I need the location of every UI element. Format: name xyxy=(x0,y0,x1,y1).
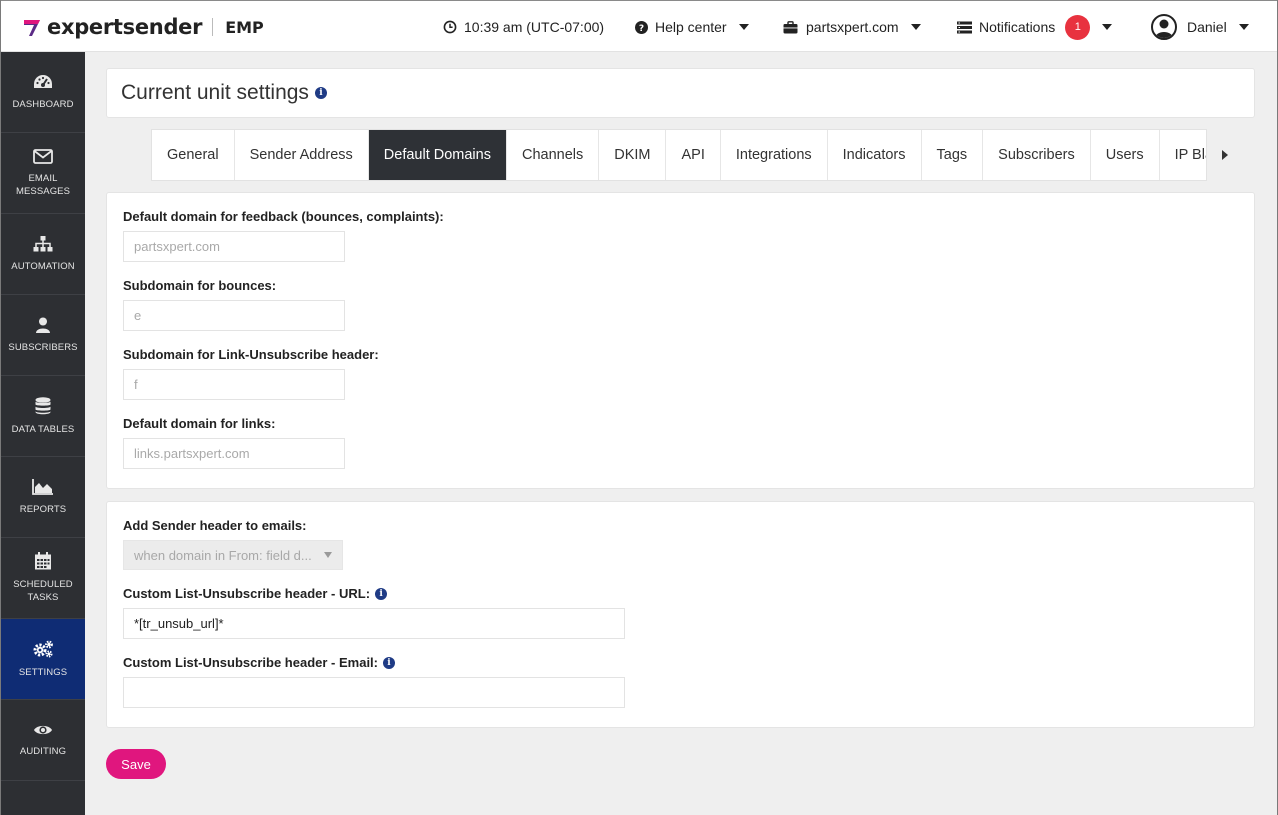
sidebar-item-scheduled-tasks[interactable]: Scheduled tasks xyxy=(1,538,85,619)
eye-icon xyxy=(34,725,52,734)
help-center-label: Help center xyxy=(655,19,727,35)
info-icon[interactable]: i xyxy=(314,87,327,99)
tab-tags[interactable]: Tags xyxy=(922,130,984,180)
dashboard-icon xyxy=(34,74,52,88)
save-button[interactable]: Save xyxy=(106,749,166,779)
sidebar-item-label: Subscribers xyxy=(8,341,78,353)
tab-sender-address[interactable]: Sender Address xyxy=(235,130,369,180)
sidebar-item-settings[interactable]: Settings xyxy=(1,619,85,700)
sidebar-item-data-tables[interactable]: Data tables xyxy=(1,376,85,457)
product-name: EMP xyxy=(225,17,264,37)
tab-indicators[interactable]: Indicators xyxy=(828,130,922,180)
tab-default-domains[interactable]: Default Domains xyxy=(368,130,507,180)
help-center-menu[interactable]: ? Help center xyxy=(635,1,749,53)
sidebar-item-dashboard[interactable]: Dashboard xyxy=(1,52,85,133)
database-icon xyxy=(35,396,51,414)
default-domains-panel: Default domain for feedback (bounces, co… xyxy=(106,192,1255,489)
chevron-down-icon xyxy=(1102,24,1113,30)
sidebar-item-label: Dashboard xyxy=(12,98,74,110)
sidebar-item-label: Automation xyxy=(11,260,75,272)
user-menu[interactable]: Daniel xyxy=(1151,1,1249,53)
user-name: Daniel xyxy=(1187,19,1227,35)
notification-count-badge: 1 xyxy=(1065,14,1091,40)
unsubscribe-url-label-text: Custom List-Unsubscribe header - URL: xyxy=(123,586,371,601)
unsubscribe-email-label: Custom List-Unsubscribe header - Email: … xyxy=(123,655,395,670)
logo-divider xyxy=(212,18,214,36)
chevron-down-icon xyxy=(1238,24,1249,30)
settings-tabs: General Sender Address Default Domains C… xyxy=(151,129,1207,181)
unsubscribe-url-label: Custom List-Unsubscribe header - URL: i xyxy=(123,586,388,601)
headers-panel: Add Sender header to emails: when domain… xyxy=(106,501,1255,728)
brand-name: expertsender xyxy=(47,15,203,39)
sitemap-icon xyxy=(33,235,53,251)
sidebar-item-reports[interactable]: Reports xyxy=(1,457,85,538)
sidebar-item-label: Scheduled tasks xyxy=(13,579,73,603)
tab-users[interactable]: Users xyxy=(1091,130,1160,180)
info-icon[interactable]: i xyxy=(375,587,388,600)
tabs-scroll-right-icon[interactable] xyxy=(1222,150,1228,160)
sidebar-item-label: Email messages xyxy=(15,172,71,197)
clock-icon xyxy=(443,20,457,34)
feedback-domain-input[interactable]: partsxpert.com xyxy=(123,231,345,262)
area-chart-icon xyxy=(32,478,53,495)
sidebar-item-label: Data tables xyxy=(11,423,75,435)
chevron-down-icon xyxy=(324,552,332,558)
unsubscribe-subdomain-label: Subdomain for Link-Unsubscribe header: xyxy=(123,347,379,362)
links-domain-input[interactable]: links.partsxpert.com xyxy=(123,438,345,469)
tab-dkim[interactable]: DKIM xyxy=(599,130,667,180)
sidebar-item-automation[interactable]: Automation xyxy=(1,214,85,295)
unsubscribe-url-input[interactable]: *[tr_unsub_url]* xyxy=(123,608,625,639)
sidebar-item-label: Reports xyxy=(19,503,67,515)
sender-header-label: Add Sender header to emails: xyxy=(123,518,307,533)
svg-text:?: ? xyxy=(639,24,644,34)
links-domain-label: Default domain for links: xyxy=(123,416,276,431)
bounces-subdomain-label: Subdomain for bounces: xyxy=(123,278,277,293)
feedback-domain-label: Default domain for feedback (bounces, co… xyxy=(123,209,444,224)
tab-subscribers[interactable]: Subscribers xyxy=(983,130,1091,180)
tab-api[interactable]: API xyxy=(666,130,721,180)
gears-icon xyxy=(33,640,53,657)
unsubscribe-email-input[interactable] xyxy=(123,677,625,708)
logo[interactable]: expertsender EMP xyxy=(23,15,264,39)
unsubscribe-subdomain-input[interactable]: f xyxy=(123,369,345,400)
bounces-subdomain-input[interactable]: e xyxy=(123,300,345,331)
time-text: 10:39 am (UTC-07:00) xyxy=(464,19,605,35)
sidebar-item-auditing[interactable]: Auditing xyxy=(1,700,85,781)
sender-header-value: when domain in From: field d... xyxy=(134,547,312,563)
tab-integrations[interactable]: Integrations xyxy=(721,130,828,180)
account-menu[interactable]: partsxpert.com xyxy=(783,1,921,53)
chevron-down-icon xyxy=(910,24,921,30)
notifications-label: Notifications xyxy=(979,19,1056,35)
sidebar-item-email-messages[interactable]: Email messages xyxy=(1,133,85,214)
user-icon xyxy=(36,317,50,333)
sidebar-item-label: Settings xyxy=(18,666,68,678)
expertsender-logo-icon xyxy=(24,20,40,36)
sender-header-select[interactable]: when domain in From: field d... xyxy=(123,540,343,570)
current-time: 10:39 am (UTC-07:00) xyxy=(443,1,604,53)
page-header: Current unit settings i xyxy=(106,68,1255,118)
calendar-icon xyxy=(35,552,51,570)
chevron-down-icon xyxy=(738,24,749,30)
top-bar: expertsender EMP 10:39 am (UTC-07:00) ? … xyxy=(1,0,1277,52)
question-circle-icon: ? xyxy=(635,20,648,34)
account-name: partsxpert.com xyxy=(806,19,899,35)
notifications-list-icon xyxy=(957,21,972,33)
user-avatar-icon xyxy=(1151,14,1177,40)
sidebar-item-label: Auditing xyxy=(19,745,67,757)
page-title: Current unit settings xyxy=(121,81,309,104)
sidebar-item-subscribers[interactable]: Subscribers xyxy=(1,295,85,376)
tab-general[interactable]: General xyxy=(152,130,235,180)
tab-ip-blacklist[interactable]: IP Blackli xyxy=(1160,130,1206,180)
info-icon[interactable]: i xyxy=(383,656,395,669)
tab-channels[interactable]: Channels xyxy=(507,130,600,180)
briefcase-icon xyxy=(783,20,798,33)
sidebar: Dashboard Email messages Automation Subs… xyxy=(1,52,85,815)
envelope-icon xyxy=(33,148,53,164)
notifications-menu[interactable]: Notifications 1 xyxy=(957,1,1113,53)
unsubscribe-email-label-text: Custom List-Unsubscribe header - Email: xyxy=(123,655,378,670)
